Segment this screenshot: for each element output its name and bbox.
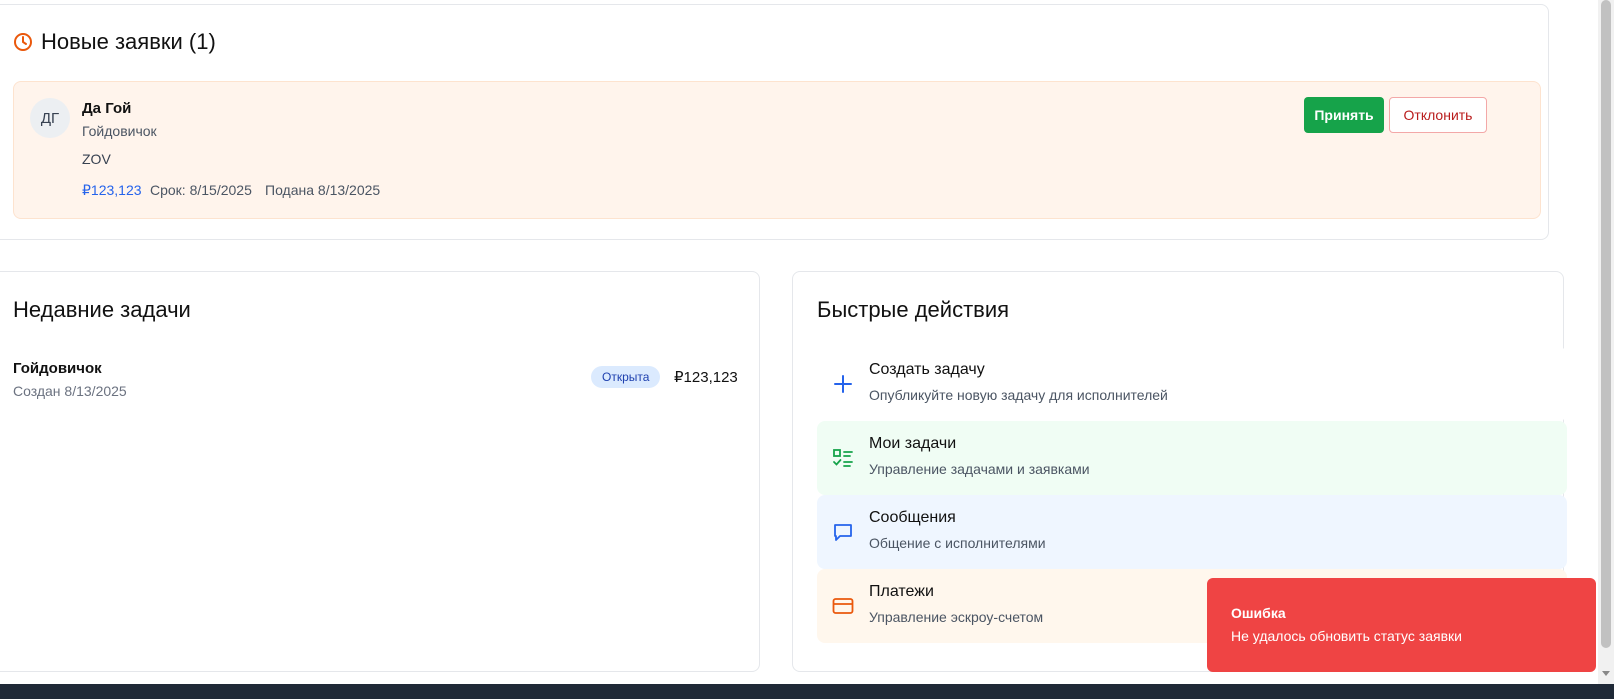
task-created: Создан 8/13/2025 — [13, 383, 127, 399]
plus-icon — [834, 375, 852, 393]
task-price: ₽123,123 — [674, 369, 738, 386]
scrollbar-thumb[interactable] — [1601, 0, 1611, 648]
application-price: ₽123,123 — [82, 182, 142, 198]
recent-tasks-card: Недавние задачи Гойдовичок Создан 8/13/2… — [0, 271, 760, 672]
action-title: Сообщения — [869, 509, 956, 526]
message-icon — [834, 524, 852, 541]
new-applications-card: Новые заявки (1) ДГ Да Гой Гойдовичок ZO… — [0, 4, 1549, 240]
error-toast[interactable]: Ошибка Не удалось обновить статус заявки — [1207, 578, 1596, 672]
recent-task-row[interactable]: Гойдовичок Создан 8/13/2025 Открыта ₽123… — [13, 360, 738, 406]
scrollbar[interactable] — [1598, 0, 1614, 684]
action-create-task[interactable]: Создать задачу Опубликуйте новую задачу … — [817, 347, 1567, 421]
reject-button[interactable]: Отклонить — [1389, 97, 1487, 133]
action-messages[interactable]: Сообщения Общение с исполнителями — [817, 495, 1567, 569]
list-check-icon — [833, 449, 853, 467]
toast-title: Ошибка — [1231, 605, 1286, 621]
clock-icon — [14, 33, 32, 51]
applications-title: Новые заявки (1) — [41, 29, 216, 54]
action-desc: Опубликуйте новую задачу для исполнителе… — [869, 387, 1168, 403]
application-deadline: Срок: 8/15/2025 — [150, 182, 252, 198]
application-submitted: Подана 8/13/2025 — [265, 182, 381, 198]
application-message: ZOV — [82, 151, 111, 167]
recent-tasks-title: Недавние задачи — [13, 297, 191, 322]
credit-card-icon — [832, 598, 854, 614]
application-task: Гойдовичок — [82, 123, 157, 139]
status-badge: Открыта — [591, 366, 661, 388]
applicant-name: Да Гой — [82, 100, 132, 117]
action-title: Мои задачи — [869, 435, 957, 452]
task-title: Гойдовичок — [13, 360, 102, 377]
accept-button[interactable]: Принять — [1304, 97, 1384, 133]
action-desc: Управление эскроу-счетом — [869, 609, 1044, 625]
toast-message: Не удалось обновить статус заявки — [1231, 628, 1462, 644]
action-title: Создать задачу — [869, 361, 985, 378]
quick-actions-title: Быстрые действия — [817, 297, 1010, 322]
action-desc: Общение с исполнителями — [869, 535, 1046, 551]
taskbar — [0, 684, 1614, 699]
action-desc: Управление задачами и заявками — [869, 461, 1090, 477]
application-item: ДГ Да Гой Гойдовичок ZOV ₽123,123 Срок: … — [13, 81, 1541, 219]
action-title: Платежи — [869, 583, 934, 600]
scroll-down-arrow-icon[interactable] — [1601, 670, 1611, 678]
action-my-tasks[interactable]: Мои задачи Управление задачами и заявкам… — [817, 421, 1567, 495]
avatar: ДГ — [30, 98, 70, 138]
